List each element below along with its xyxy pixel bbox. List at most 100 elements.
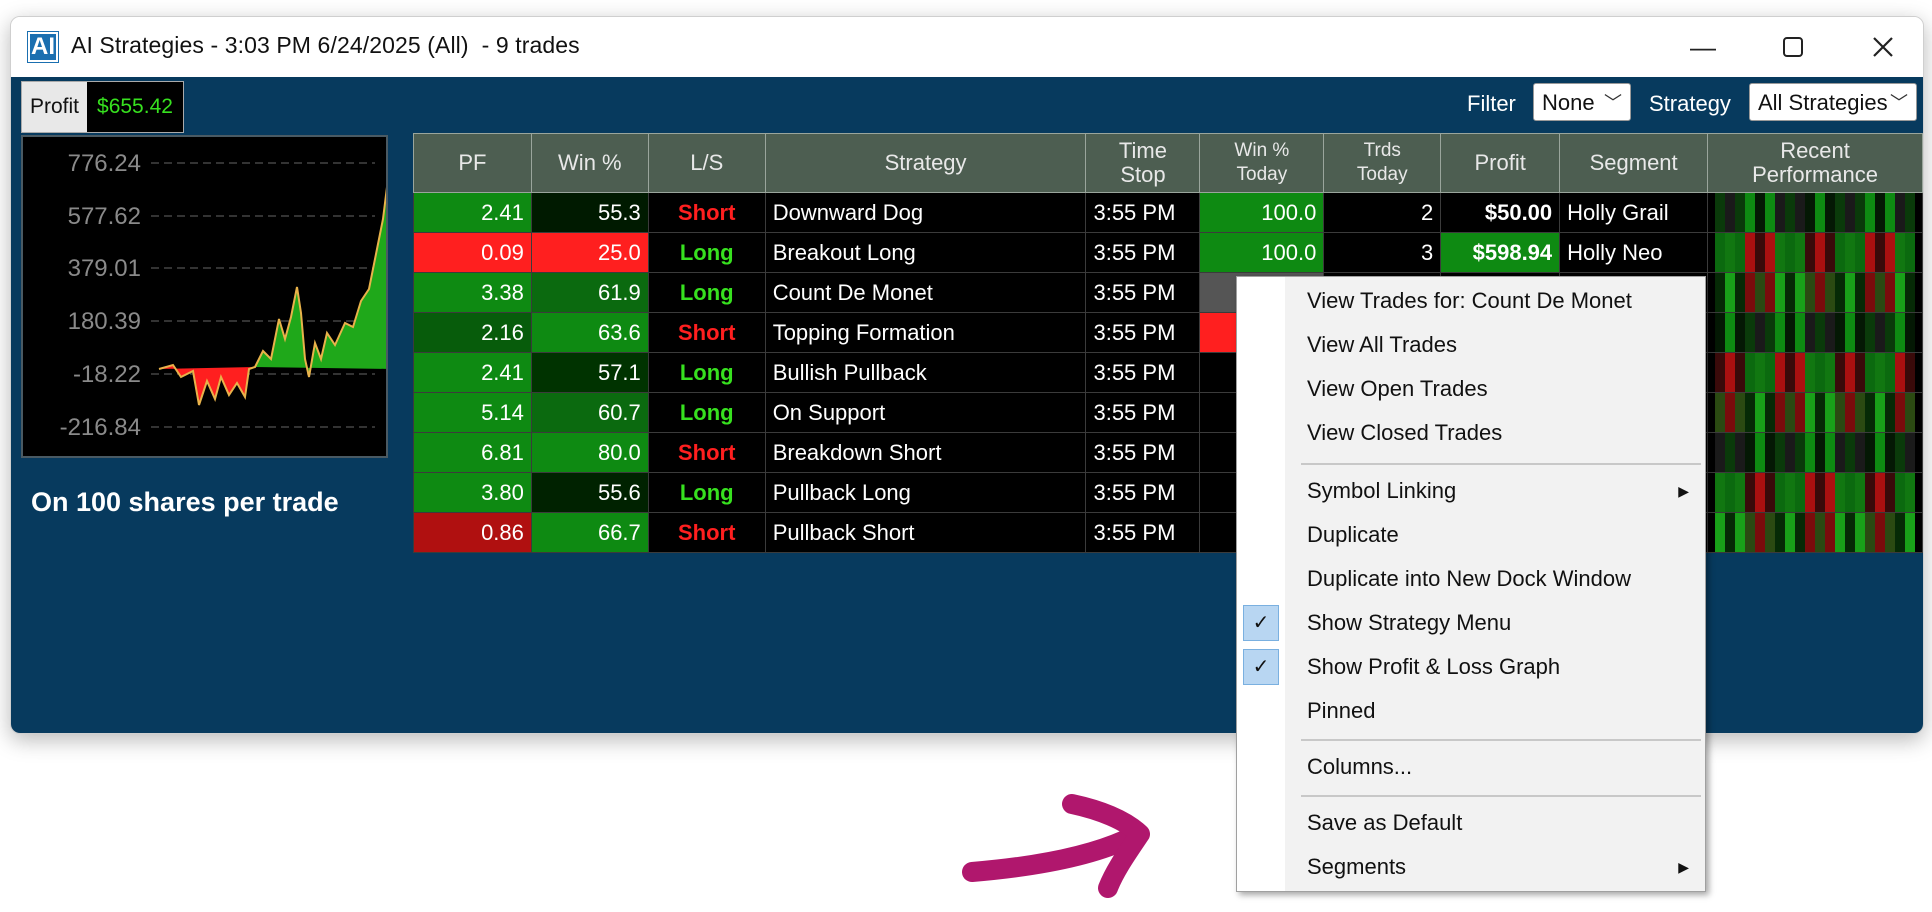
performance-block [1905, 513, 1916, 552]
performance-block [1885, 233, 1896, 272]
performance-block [1905, 233, 1916, 272]
menu-item-show-strategy-menu[interactable]: ✓ Show Strategy Menu [1237, 603, 1705, 643]
title-bar[interactable]: AI AI Strategies - 3:03 PM 6/24/2025 (Al… [11, 17, 1923, 77]
performance-block [1735, 273, 1746, 312]
performance-block [1845, 193, 1856, 232]
performance-block [1895, 393, 1906, 432]
performance-block [1805, 313, 1816, 352]
cell-recent-performance [1707, 352, 1923, 393]
graph-caption: On 100 shares per trade [31, 487, 339, 517]
performance-block [1725, 353, 1736, 392]
col-header-segment[interactable]: Segment [1559, 133, 1709, 193]
strategy-select[interactable]: All Strategies ﹀ [1749, 83, 1917, 121]
performance-block [1905, 313, 1916, 352]
performance-block [1845, 313, 1856, 352]
col-header-pf[interactable]: PF [413, 133, 532, 193]
cell-pf: 2.41 [413, 352, 532, 393]
equity-line [158, 173, 396, 406]
cell-recent-performance [1707, 192, 1923, 233]
performance-block [1795, 353, 1806, 392]
cell-strategy: Bullish Pullback [764, 352, 1087, 393]
cell-pf: 2.16 [413, 312, 532, 353]
performance-block [1805, 273, 1816, 312]
filter-select[interactable]: None ﹀ [1533, 83, 1631, 121]
performance-block [1765, 473, 1776, 512]
menu-item-duplicate[interactable]: Duplicate [1237, 515, 1705, 555]
menu-item-columns[interactable]: Columns... [1237, 747, 1705, 787]
y-tick-label: -18.22 [73, 361, 141, 388]
performance-block [1785, 193, 1796, 232]
table-row[interactable]: 0.09 25.0 Long Breakout Long 3:55 PM 100.0 3 $5… [413, 232, 1923, 273]
performance-block [1745, 233, 1756, 272]
performance-block [1875, 473, 1886, 512]
y-tick-label: 776.24 [68, 150, 141, 177]
col-header-recent-performance[interactable]: Recent Performance [1707, 133, 1923, 193]
cell-recent-performance [1707, 432, 1923, 473]
performance-block [1895, 473, 1906, 512]
performance-block [1865, 193, 1876, 232]
menu-item-segments[interactable]: Segments ▶ [1237, 847, 1705, 887]
performance-block [1765, 393, 1776, 432]
col-header-profit[interactable]: Profit [1440, 133, 1561, 193]
menu-item-save-default[interactable]: Save as Default [1237, 803, 1705, 843]
performance-block [1875, 313, 1886, 352]
performance-block [1715, 353, 1726, 392]
menu-item-view-trades-for[interactable]: View Trades for: Count De Monet [1237, 281, 1705, 321]
close-icon[interactable] [1853, 27, 1913, 67]
performance-block [1875, 393, 1886, 432]
menu-item-symbol-linking[interactable]: Symbol Linking ▶ [1237, 471, 1705, 511]
cell-pf: 0.09 [413, 232, 532, 273]
menu-item-view-all-trades[interactable]: View All Trades [1237, 325, 1705, 365]
menu-item-show-pl-graph[interactable]: ✓ Show Profit & Loss Graph [1237, 647, 1705, 687]
performance-block [1845, 353, 1856, 392]
performance-block [1715, 393, 1726, 432]
filter-label: Filter [1467, 91, 1516, 116]
menu-item-pinned[interactable]: Pinned [1237, 691, 1705, 731]
performance-block [1805, 353, 1816, 392]
performance-block [1815, 193, 1826, 232]
menu-item-view-open-trades[interactable]: View Open Trades [1237, 369, 1705, 409]
performance-block [1725, 393, 1736, 432]
cell-recent-performance [1707, 472, 1923, 513]
col-header-win[interactable]: Win % [530, 133, 649, 193]
performance-block [1845, 473, 1856, 512]
maximize-icon[interactable] [1763, 27, 1823, 67]
performance-block [1785, 353, 1796, 392]
performance-block [1825, 353, 1836, 392]
y-tick-label: 379.01 [68, 255, 141, 282]
performance-block [1775, 273, 1786, 312]
cell-segment: Holly Grail [1559, 192, 1709, 233]
checkmark-icon: ✓ [1243, 649, 1279, 685]
performance-block [1745, 393, 1756, 432]
performance-block [1905, 433, 1916, 472]
performance-block [1795, 473, 1806, 512]
loss-area [159, 365, 255, 405]
cell-time-stop: 3:55 PM [1085, 232, 1201, 273]
col-header-trds-today[interactable]: Trds Today [1323, 133, 1442, 193]
cell-ls: Long [647, 232, 766, 273]
cell-recent-performance [1707, 232, 1923, 273]
performance-block [1715, 433, 1726, 472]
col-header-ls[interactable]: L/S [647, 133, 766, 193]
cell-recent-performance [1707, 512, 1923, 553]
performance-block [1735, 233, 1746, 272]
table-row[interactable]: 2.41 55.3 Short Downward Dog 3:55 PM 100.0 2 $5… [413, 192, 1923, 233]
performance-block [1755, 273, 1766, 312]
minimize-icon[interactable]: — [1673, 27, 1733, 67]
col-header-time-stop[interactable]: Time Stop [1085, 133, 1201, 193]
menu-item-view-closed-trades[interactable]: View Closed Trades [1237, 413, 1705, 453]
col-header-strategy[interactable]: Strategy [764, 133, 1087, 193]
cell-time-stop: 3:55 PM [1085, 352, 1201, 393]
col-header-win-today[interactable]: Win % Today [1199, 133, 1325, 193]
cell-win: 60.7 [530, 392, 649, 433]
menu-item-duplicate-dock[interactable]: Duplicate into New Dock Window [1237, 559, 1705, 599]
performance-block [1755, 193, 1766, 232]
cell-pf: 3.38 [413, 272, 532, 313]
performance-block [1855, 233, 1866, 272]
performance-block [1725, 193, 1736, 232]
performance-block [1905, 353, 1916, 392]
performance-block [1875, 193, 1886, 232]
cell-time-stop: 3:55 PM [1085, 192, 1201, 233]
performance-block [1835, 273, 1846, 312]
performance-block [1825, 313, 1836, 352]
